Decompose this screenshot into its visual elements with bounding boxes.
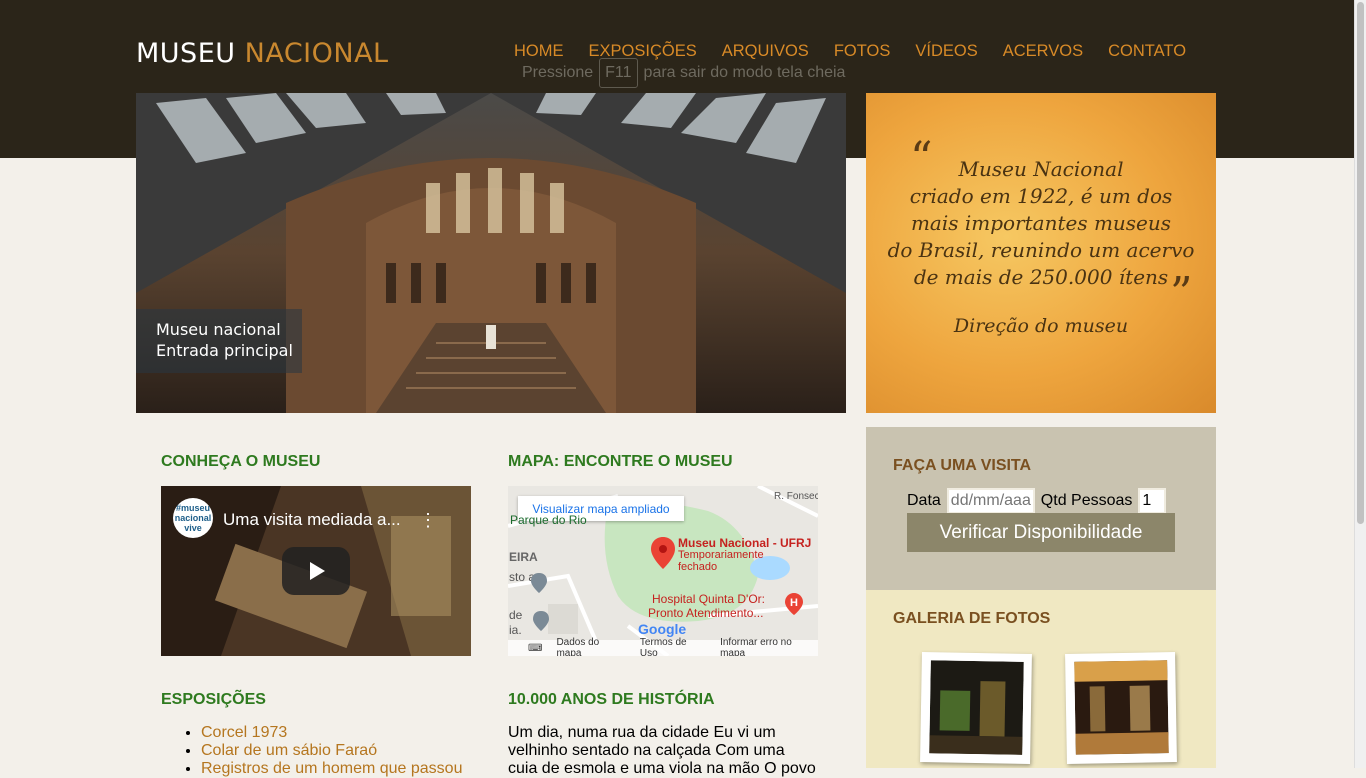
page-scrollbar[interactable] (1354, 0, 1366, 768)
quote-line: mais importantes museus (910, 211, 1172, 235)
list-item: Colar de um sábio Faraó (201, 742, 462, 760)
quote-line: do Brasil, reunindo um acervo (887, 238, 1195, 262)
gallery-photo-image (929, 660, 1024, 755)
section-title-historia: 10.000 ANOS DE HISTÓRIA (508, 691, 715, 708)
date-field[interactable] (946, 488, 1035, 514)
hero-image: Museu nacional Entrada principal (136, 93, 846, 413)
logo-word-2: NACIONAL (244, 38, 389, 69)
gallery-panel: GALERIA DE FOTOS (866, 590, 1216, 768)
hero-caption-line2: Entrada principal (156, 341, 293, 360)
exhibitions-list: Corcel 1973 Colar de um sábio Faraó Regi… (161, 724, 462, 778)
visit-form-row: Data Qtd Pessoas (907, 488, 1167, 514)
quote-line: Museu Nacional (958, 157, 1124, 181)
map-place-status: Temporariamente (678, 549, 764, 561)
map-pin-icon[interactable] (650, 536, 676, 570)
logo-word-1: MUSEU (136, 38, 236, 69)
google-logo: Google (638, 621, 687, 637)
map-footer-report[interactable]: Informar erro no mapa (720, 637, 818, 656)
exhibition-link[interactable]: Registros de um homem que passou (201, 760, 462, 777)
quote-panel: “ Museu Nacional criado em 1922, é um do… (866, 93, 1216, 413)
fullscreen-notice-after: para sair do modo tela cheia (643, 64, 846, 81)
gallery-title: GALERIA DE FOTOS (893, 610, 1051, 627)
video-embed[interactable]: #museu nacional vive Uma visita mediada … (161, 486, 471, 656)
hospital-icon[interactable]: H (784, 592, 804, 616)
play-button[interactable] (282, 547, 350, 595)
exhibition-link[interactable]: Colar de um sábio Faraó (201, 742, 377, 759)
hero-caption-line1: Museu nacional (156, 320, 281, 339)
map-label-side: ia. (509, 623, 522, 637)
map-hospital-name: Pronto Atendimento... (648, 606, 764, 620)
place-marker-icon[interactable] (532, 610, 550, 632)
map-place-name[interactable]: Museu Nacional - UFRJ (678, 536, 811, 550)
hero-caption: Museu nacional Entrada principal (136, 309, 302, 373)
map-label-park: Parque do Rio (510, 513, 587, 527)
gallery-photo[interactable] (1065, 652, 1177, 764)
fullscreen-notice-before: Pressione (522, 64, 594, 81)
play-icon (310, 562, 325, 580)
map-place-status: fechado (678, 561, 718, 573)
section-title-exposicoes: ESPOSIÇÕES (161, 691, 266, 708)
keyboard-icon[interactable]: ⌨ (528, 643, 542, 654)
visit-panel: FAÇA UMA VISITA Data Qtd Pessoas Verific… (866, 427, 1216, 590)
nav-acervos[interactable]: ACERVOS (1003, 42, 1083, 61)
gallery-photo-image (1074, 660, 1169, 755)
map-label-side: EIRA (509, 550, 538, 564)
qty-label: Qtd Pessoas (1040, 492, 1133, 509)
svg-text:H: H (790, 597, 798, 609)
nav-contato[interactable]: CONTATO (1108, 42, 1186, 61)
exhibition-link[interactable]: Corcel 1973 (201, 724, 287, 741)
museum-marker-icon[interactable] (530, 572, 548, 594)
video-title[interactable]: Uma visita mediada a... (223, 510, 401, 530)
section-title-conheca: CONHEÇA O MUSEU (161, 453, 321, 470)
list-item: Corcel 1973 (201, 724, 462, 742)
qty-field[interactable] (1138, 488, 1167, 514)
channel-avatar[interactable]: #museu nacional vive (173, 498, 213, 538)
map-hospital-name: Hospital Quinta D'Or: (652, 592, 765, 606)
nav-videos[interactable]: VÍDEOS (915, 42, 977, 61)
fullscreen-key: F11 (599, 58, 638, 88)
quote-line: criado em 1922, é um dos (909, 184, 1173, 208)
quote-text: Museu Nacional criado em 1922, é um dos … (866, 156, 1216, 291)
section-title-mapa: MAPA: ENCONTRE O MUSEU (508, 453, 733, 470)
map-footer-data[interactable]: Dados do mapa (556, 637, 625, 656)
check-availability-button[interactable]: Verificar Disponibilidade (907, 513, 1175, 552)
more-vert-icon[interactable]: ⋮ (419, 510, 437, 531)
list-item: Registros de um homem que passou (201, 760, 462, 778)
map-embed[interactable]: Visualizar mapa ampliado Parque do Rio R… (508, 486, 818, 656)
map-label-road: R. Fonseca (774, 491, 818, 502)
gallery-photo[interactable] (920, 652, 1032, 764)
map-footer-terms[interactable]: Termos de Uso (640, 637, 706, 656)
map-label-side: de (509, 608, 523, 622)
scrollbar-thumb[interactable] (1357, 2, 1364, 524)
visit-title: FAÇA UMA VISITA (893, 457, 1032, 474)
close-quote-mark: ” (1170, 268, 1193, 319)
quote-line: de mais de 250.000 ítens (913, 265, 1169, 289)
map-footer: ⌨ Dados do mapa Termos de Uso Informar e… (508, 637, 818, 656)
site-logo[interactable]: MUSEU NACIONAL (136, 38, 389, 69)
fullscreen-notice: Pressione F11 para sair do modo tela che… (522, 58, 845, 88)
date-label: Data (907, 492, 941, 509)
history-text: Um dia, numa rua da cidade Eu vi um velh… (508, 724, 816, 777)
quote-author: Direção do museu (953, 315, 1129, 337)
